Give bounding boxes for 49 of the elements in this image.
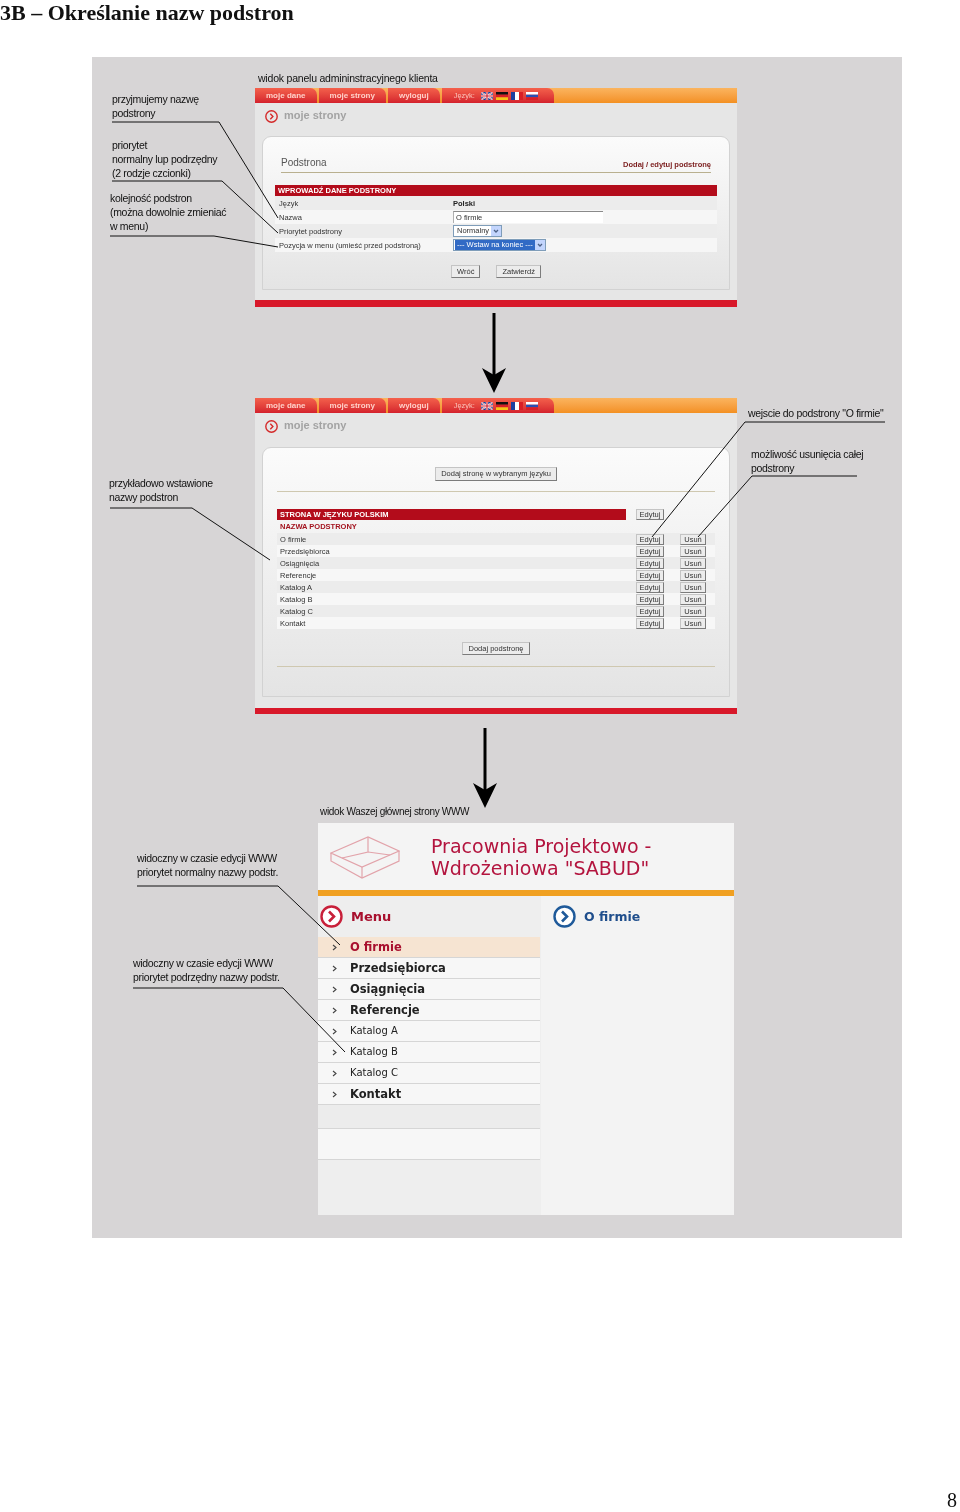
circle-chevron-icon [265, 420, 278, 433]
chevron-icon [332, 1069, 337, 1077]
panel-title: Podstrona [281, 157, 327, 169]
circle-chevron-icon [553, 905, 576, 928]
chevron-icon [332, 964, 337, 972]
annotation: widoczny w czasie edycji WWW priorytet podrzędny nazwy podstr. [133, 956, 280, 984]
menu-item[interactable]: Katalog B [318, 1042, 540, 1063]
caption: widok panelu admininstracyjnego klienta [258, 71, 438, 85]
chevron-icon [332, 943, 337, 951]
menu-item[interactable]: Osiągnięcia [318, 979, 540, 1000]
box-logo-icon [330, 833, 400, 880]
french-flag-icon[interactable] [510, 91, 523, 100]
caret-icon [534, 240, 545, 250]
chevron-icon [332, 1048, 337, 1056]
menu-item[interactable]: Kontakt [318, 1084, 540, 1105]
content-title: O firmie [584, 908, 641, 925]
annotation: wejscie do podstrony "O firmie" [748, 406, 884, 420]
annotation: przykładowo wstawione nazwy podstron [109, 476, 213, 504]
british-flag-icon[interactable] [480, 401, 493, 410]
menu-item[interactable]: Referencje [318, 1000, 540, 1021]
section-title: moje strony [284, 108, 347, 122]
circle-chevron-icon [265, 110, 278, 123]
caret-icon [491, 226, 502, 236]
menu-item[interactable]: Katalog A [318, 1021, 540, 1042]
british-flag-icon[interactable] [480, 91, 493, 100]
chevron-icon [332, 1006, 337, 1014]
site-title: Pracownia Projektowo - Wdrożeniowa "SABUD" [431, 834, 652, 879]
german-flag-icon[interactable] [495, 91, 508, 100]
annotation: priorytet normalny lup podrzędny (2 rodzje czcionki) [112, 138, 218, 180]
annotation: możliwość usunięcia całej podstrony [751, 447, 864, 475]
chevron-icon [332, 1090, 337, 1098]
menu-item[interactable]: Przedsiębiorca [318, 958, 540, 979]
menu-item[interactable]: Katalog C [318, 1063, 540, 1084]
chevron-icon [332, 985, 337, 993]
annotation: kolejność podstron (można dowolnie zmieniać w menu) [110, 191, 227, 233]
section-title: moje strony [284, 418, 347, 432]
french-flag-icon[interactable] [510, 401, 523, 410]
annotation: widoczny w czasie edycji WWW priorytet normalny nazwy podstr. [137, 851, 279, 879]
menu-item[interactable]: O firmie [318, 937, 540, 958]
page-heading: 3B – Określanie nazw podstron [0, 0, 294, 26]
circle-chevron-icon [320, 905, 343, 928]
annotation: przyjmujemy nazwę podstrony [112, 92, 199, 120]
page-number: 8 [947, 1490, 957, 1510]
russian-flag-icon[interactable] [525, 91, 538, 100]
russian-flag-icon[interactable] [525, 401, 538, 410]
chevron-icon [332, 1027, 337, 1035]
german-flag-icon[interactable] [495, 401, 508, 410]
caption: widok Waszej głównej strony WWW [320, 805, 470, 818]
menu-title: Menu [351, 908, 392, 925]
